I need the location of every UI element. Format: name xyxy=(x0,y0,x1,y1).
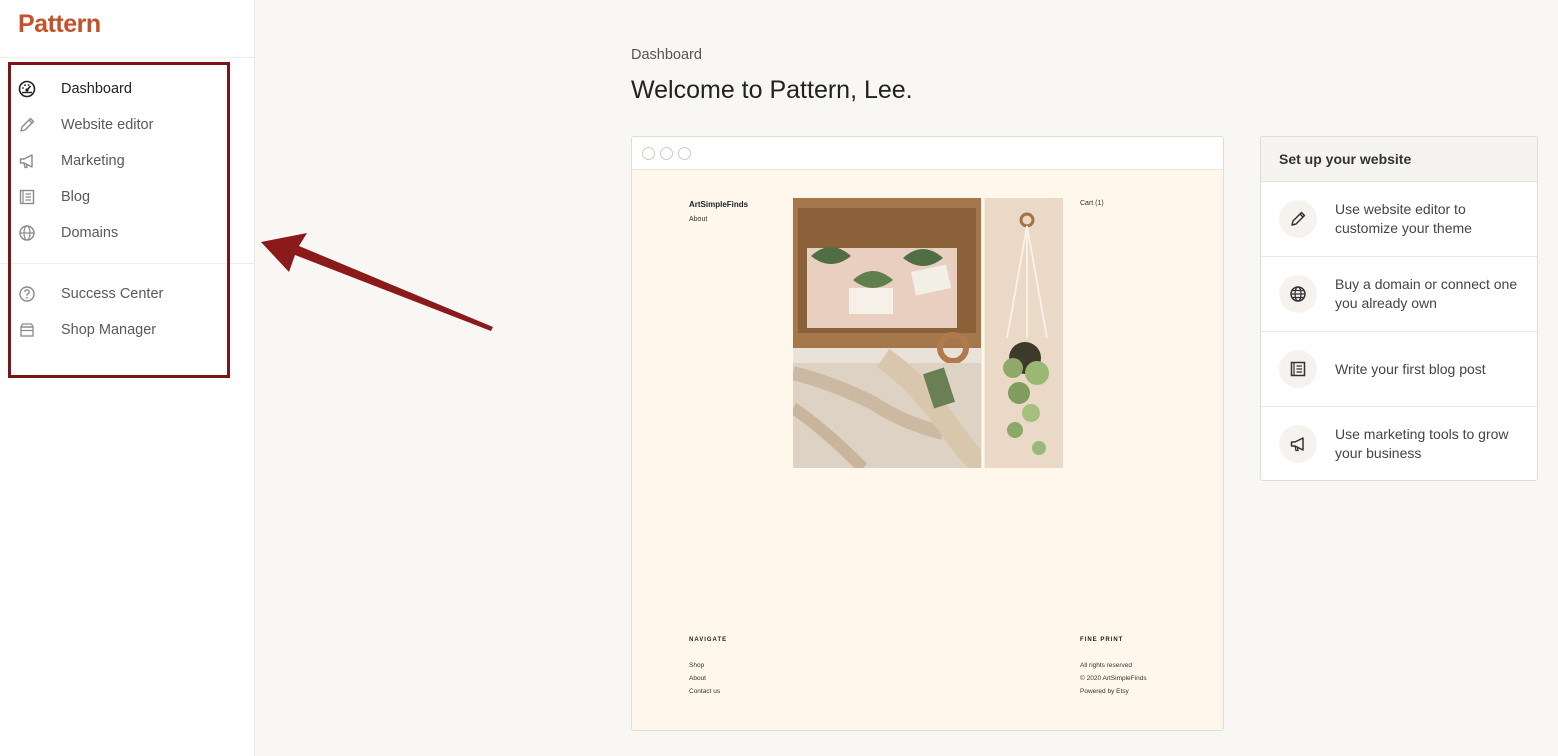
setup-item-website-editor[interactable]: Use website editor to customize your the… xyxy=(1261,182,1537,257)
pencil-icon xyxy=(1279,200,1317,238)
pattern-logo[interactable]: Pattern xyxy=(18,10,101,39)
setup-item-label: Use marketing tools to grow your busines… xyxy=(1335,426,1509,461)
site-nav-about: About xyxy=(689,216,708,223)
sidebar-divider xyxy=(0,57,254,58)
footer-rights-text: All rights reserved xyxy=(1080,662,1133,669)
hero-product-image xyxy=(793,198,1063,468)
sidebar-item-dashboard[interactable]: Dashboard xyxy=(16,75,226,103)
sidebar-divider xyxy=(0,263,254,264)
sidebar-item-website-editor[interactable]: Website editor xyxy=(16,111,226,139)
sidebar-item-shop-manager[interactable]: Shop Manager xyxy=(16,316,226,344)
help-icon xyxy=(16,283,38,305)
megaphone-icon xyxy=(16,150,38,172)
sidebar-item-label: Shop Manager xyxy=(61,322,157,338)
site-name: ArtSimpleFinds xyxy=(689,200,749,209)
breadcrumb[interactable]: Dashboard xyxy=(631,47,702,63)
footer-link-shop: Shop xyxy=(689,662,705,669)
megaphone-icon xyxy=(1279,425,1317,463)
shop-icon xyxy=(16,319,38,341)
setup-item-domain[interactable]: Buy a domain or connect one you already … xyxy=(1261,257,1537,332)
app: Pattern Dashboard Website editor Marketi… xyxy=(0,0,1558,756)
browser-bar xyxy=(632,137,1223,170)
sidebar-item-label: Success Center xyxy=(61,286,164,302)
pencil-icon xyxy=(16,114,38,136)
dashboard-icon xyxy=(16,78,38,100)
blog-icon xyxy=(1279,350,1317,388)
setup-item-label: Write your first blog post xyxy=(1335,360,1486,377)
footer-link-about: About xyxy=(689,675,706,682)
sidebar-item-domains[interactable]: Domains xyxy=(16,219,226,247)
website-preview[interactable]: ArtSimpleFinds About Cart (1) NAVIGATE S… xyxy=(631,136,1224,731)
sidebar-item-label: Blog xyxy=(61,189,91,205)
page-title: Welcome to Pattern, Lee. xyxy=(631,76,913,104)
footer-navigate-heading: NAVIGATE xyxy=(689,637,728,643)
window-dot xyxy=(678,147,691,160)
blog-icon xyxy=(16,186,38,208)
window-dot xyxy=(642,147,655,160)
site-cart: Cart (1) xyxy=(1080,200,1104,207)
globe-icon xyxy=(1279,275,1317,313)
sidebar-item-marketing[interactable]: Marketing xyxy=(16,147,226,175)
setup-item-label: Use website editor to customize your the… xyxy=(1335,201,1472,236)
sidebar-item-success-center[interactable]: Success Center xyxy=(16,280,226,308)
window-dot xyxy=(660,147,673,160)
footer-link-contact: Contact us xyxy=(689,688,721,695)
annotation-arrow xyxy=(261,233,493,331)
setup-card-header: Set up your website xyxy=(1261,137,1537,182)
footer-fine-print-heading: FINE PRINT xyxy=(1080,637,1124,643)
sidebar-item-label: Website editor xyxy=(61,117,154,133)
footer-copyright-text: © 2020 ArtSimpleFinds xyxy=(1080,675,1147,682)
sidebar-item-label: Dashboard xyxy=(61,81,132,97)
setup-item-label: Buy a domain or connect one you already … xyxy=(1335,276,1518,311)
globe-icon xyxy=(16,222,38,244)
setup-checklist-card: Set up your website Use website editor t… xyxy=(1260,136,1538,481)
setup-card-title: Set up your website xyxy=(1279,151,1412,167)
sidebar: Pattern Dashboard Website editor Marketi… xyxy=(0,0,255,756)
footer-powered-by-text: Powered by Etsy xyxy=(1080,688,1129,695)
sidebar-item-label: Marketing xyxy=(61,153,125,169)
sidebar-item-blog[interactable]: Blog xyxy=(16,183,226,211)
sidebar-item-label: Domains xyxy=(61,225,119,241)
setup-item-marketing[interactable]: Use marketing tools to grow your busines… xyxy=(1261,407,1537,480)
setup-item-blog-post[interactable]: Write your first blog post xyxy=(1261,332,1537,407)
